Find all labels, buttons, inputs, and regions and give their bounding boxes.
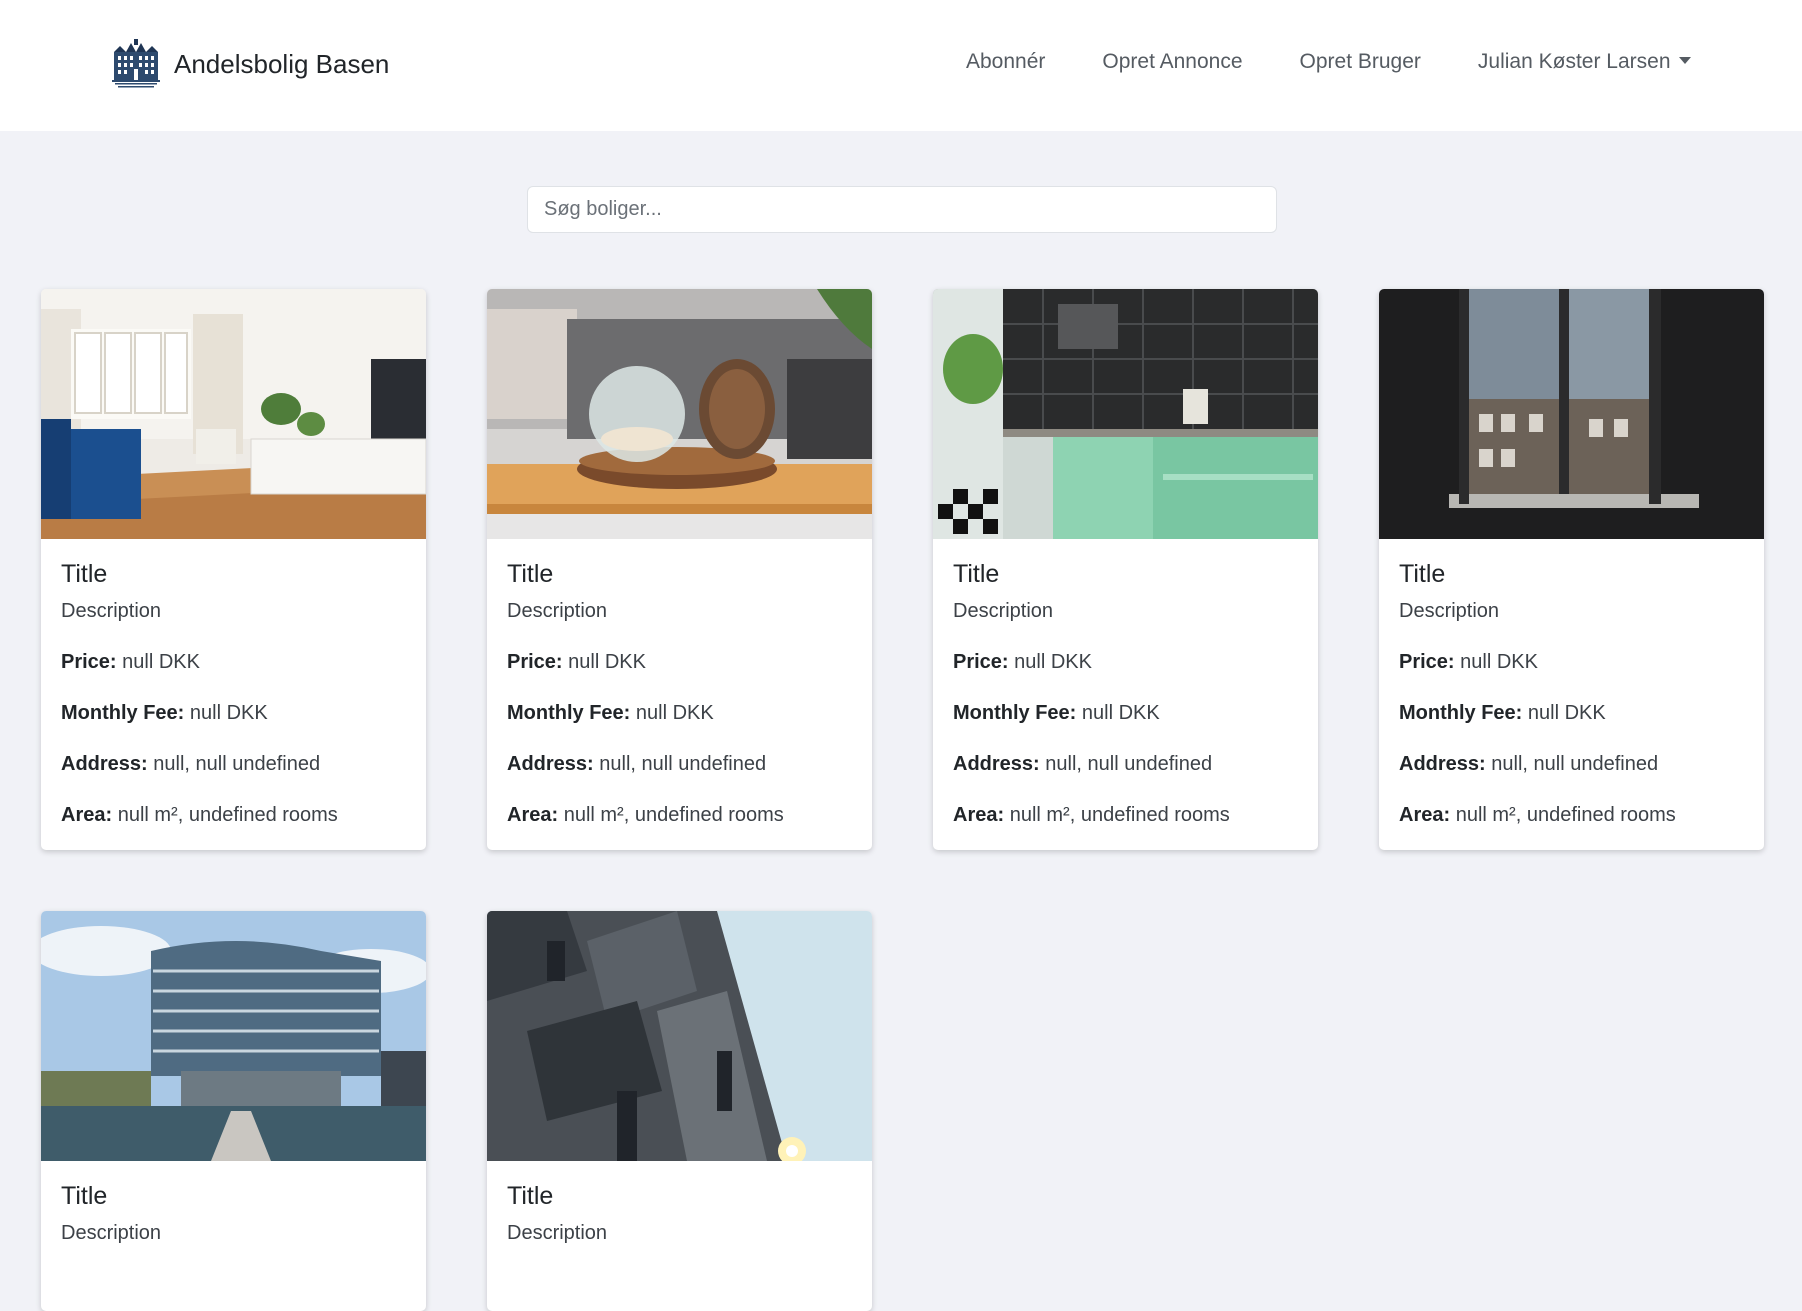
monthly-fee-label: Monthly Fee: [507, 702, 631, 724]
listing-card[interactable]: Title Description Price: null DKK Monthl… [933, 289, 1318, 850]
area-label: Area: [1399, 804, 1451, 826]
card-title: Title [507, 1182, 554, 1210]
area-field: Area: null m², undefined rooms [507, 803, 852, 827]
address-value: null, null undefined [599, 753, 767, 775]
price-value: null DKK [1460, 651, 1538, 673]
monthly-fee-field: Monthly Fee: null DKK [507, 701, 852, 725]
price-label: Price: [61, 651, 117, 673]
price-field: Price: null DKK [61, 650, 406, 674]
nav-links: Abonnér Opret Annonce Opret Bruger Julia… [966, 50, 1691, 74]
monthly-fee-value: null DKK [189, 702, 268, 724]
area-field: Area: null m², undefined rooms [953, 803, 1298, 827]
address-field: Address: null, null undefined [507, 752, 852, 776]
listing-card[interactable]: Title Description Price: null DKK Monthl… [487, 289, 872, 850]
user-name: Julian Køster Larsen [1477, 50, 1671, 73]
listing-image [487, 289, 872, 539]
address-field: Address: null, null undefined [61, 752, 406, 776]
monthly-fee-field: Monthly Fee: null DKK [61, 701, 406, 725]
listing-image [1379, 289, 1764, 539]
address-value: null, null undefined [1491, 753, 1659, 775]
navbar: Andelsbolig Basen Abonnér Opret Annonce … [0, 0, 1802, 131]
user-menu-dropdown[interactable]: Julian Køster Larsen [1478, 50, 1691, 74]
listing-card[interactable]: Title Description [41, 911, 426, 1311]
address-label: Address: [1399, 753, 1486, 775]
card-description: Description [61, 1222, 162, 1244]
card-description: Description [61, 600, 162, 622]
area-label: Area: [61, 804, 113, 826]
monthly-fee-label: Monthly Fee: [61, 702, 185, 724]
listing-card[interactable]: Title Description Price: null DKK Monthl… [1379, 289, 1764, 850]
area-field: Area: null m², undefined rooms [1399, 803, 1744, 827]
nav-create-user-link[interactable]: Opret Bruger [1300, 50, 1421, 74]
price-label: Price: [953, 651, 1009, 673]
card-body: Title Description [41, 1161, 426, 1245]
price-value: null DKK [122, 651, 200, 673]
price-field: Price: null DKK [507, 650, 852, 674]
area-value: null m², undefined rooms [1009, 804, 1230, 826]
price-field: Price: null DKK [953, 650, 1298, 674]
card-description: Description [507, 1222, 608, 1244]
area-value: null m², undefined rooms [1455, 804, 1676, 826]
card-title: Title [953, 560, 1000, 588]
monthly-fee-value: null DKK [1081, 702, 1160, 724]
nav-subscribe-link[interactable]: Abonnér [966, 50, 1045, 74]
monthly-fee-field: Monthly Fee: null DKK [1399, 701, 1744, 725]
address-label: Address: [507, 753, 594, 775]
listing-card[interactable]: Title Description Price: null DKK Monthl… [41, 289, 426, 850]
address-value: null, null undefined [153, 753, 321, 775]
card-description: Description [507, 600, 608, 622]
address-label: Address: [61, 753, 148, 775]
address-field: Address: null, null undefined [1399, 752, 1744, 776]
search-input[interactable] [527, 186, 1277, 233]
card-title: Title [1399, 560, 1446, 588]
listing-image [933, 289, 1318, 539]
address-value: null, null undefined [1045, 753, 1213, 775]
area-field: Area: null m², undefined rooms [61, 803, 406, 827]
price-value: null DKK [1014, 651, 1092, 673]
brand-link[interactable]: Andelsbolig Basen [110, 38, 389, 90]
listing-card[interactable]: Title Description [487, 911, 872, 1311]
listing-image [487, 911, 872, 1161]
area-value: null m², undefined rooms [563, 804, 784, 826]
card-description: Description [953, 600, 1054, 622]
card-title: Title [61, 560, 108, 588]
card-title: Title [507, 560, 554, 588]
listing-image [41, 911, 426, 1161]
monthly-fee-label: Monthly Fee: [1399, 702, 1523, 724]
price-label: Price: [507, 651, 563, 673]
address-label: Address: [953, 753, 1040, 775]
monthly-fee-value: null DKK [1527, 702, 1606, 724]
card-body: Title Description Price: null DKK Monthl… [1379, 539, 1764, 827]
card-body: Title Description Price: null DKK Monthl… [487, 539, 872, 827]
area-value: null m², undefined rooms [117, 804, 338, 826]
card-body: Title Description Price: null DKK Monthl… [933, 539, 1318, 827]
nav-create-listing-link[interactable]: Opret Annonce [1102, 50, 1242, 74]
caret-down-icon [1678, 57, 1691, 64]
area-label: Area: [953, 804, 1005, 826]
card-description: Description [1399, 600, 1500, 622]
card-body: Title Description Price: null DKK Monthl… [41, 539, 426, 827]
price-field: Price: null DKK [1399, 650, 1744, 674]
card-title: Title [61, 1182, 108, 1210]
monthly-fee-field: Monthly Fee: null DKK [953, 701, 1298, 725]
monthly-fee-value: null DKK [635, 702, 714, 724]
building-logo-icon [112, 39, 160, 88]
card-body: Title Description [487, 1161, 872, 1245]
listing-image [41, 289, 426, 539]
monthly-fee-label: Monthly Fee: [953, 702, 1077, 724]
price-value: null DKK [568, 651, 646, 673]
brand-name: Andelsbolig Basen [174, 48, 390, 79]
area-label: Area: [507, 804, 559, 826]
price-label: Price: [1399, 651, 1455, 673]
address-field: Address: null, null undefined [953, 752, 1298, 776]
